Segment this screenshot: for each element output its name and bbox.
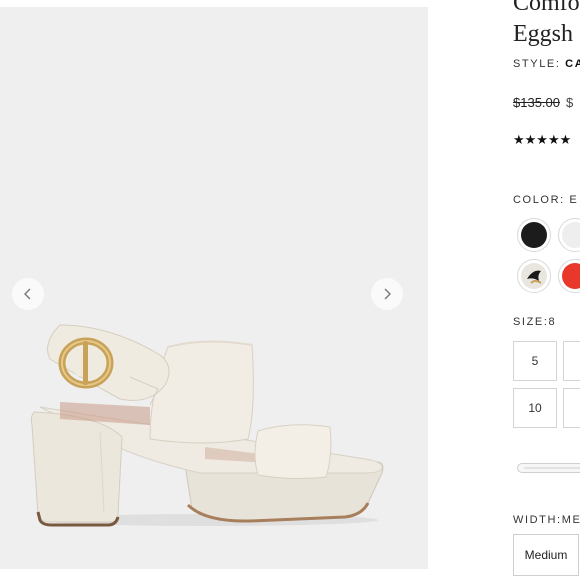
color-swatch-red[interactable] [558, 259, 580, 293]
product-title-line2: Eggsh [513, 21, 573, 47]
chevron-left-icon [24, 288, 31, 300]
chevron-right-icon [384, 288, 391, 300]
product-gallery [0, 7, 428, 569]
color-label: COLOR: E [513, 194, 579, 206]
original-price: $135.00 [513, 95, 560, 110]
product-title-line1: Comfo [513, 0, 580, 16]
size-option-5[interactable]: 5 [513, 341, 557, 381]
swatch-fill [521, 263, 547, 289]
width-option-medium[interactable]: Medium [513, 534, 579, 576]
color-swatch-print[interactable] [517, 259, 551, 293]
product-image [30, 324, 384, 527]
color-swatch-white[interactable] [558, 218, 580, 252]
size-option-10[interactable]: 10 [513, 388, 557, 428]
print-pattern-icon [527, 270, 542, 284]
size-label: SIZE:8 [513, 316, 557, 328]
swatch-fill [562, 222, 580, 248]
rating-stars[interactable]: ★★★★★ [513, 132, 571, 148]
size-option-5-5[interactable]: 5 [563, 341, 580, 381]
product-page: Comfo Eggsh STYLE: CA $135.00 $ ★★★★★ COL… [0, 0, 580, 580]
swatch-fill [562, 263, 580, 289]
gallery-prev-button[interactable] [12, 278, 44, 310]
style-value: CA [565, 58, 580, 70]
style-line: STYLE: CA [513, 58, 580, 70]
style-label: STYLE: [513, 58, 561, 70]
swatch-fill [521, 222, 547, 248]
sale-price: $ [566, 95, 574, 110]
size-scroll-track[interactable] [517, 463, 580, 473]
color-swatch-black[interactable] [517, 218, 551, 252]
gallery-next-button[interactable] [371, 278, 403, 310]
price-line: $135.00 $ [513, 95, 573, 110]
size-option-10-5[interactable]: 1 [563, 388, 580, 428]
width-label: WIDTH:ME [513, 514, 580, 526]
product-info: Comfo Eggsh STYLE: CA $135.00 $ ★★★★★ COL… [513, 0, 580, 580]
